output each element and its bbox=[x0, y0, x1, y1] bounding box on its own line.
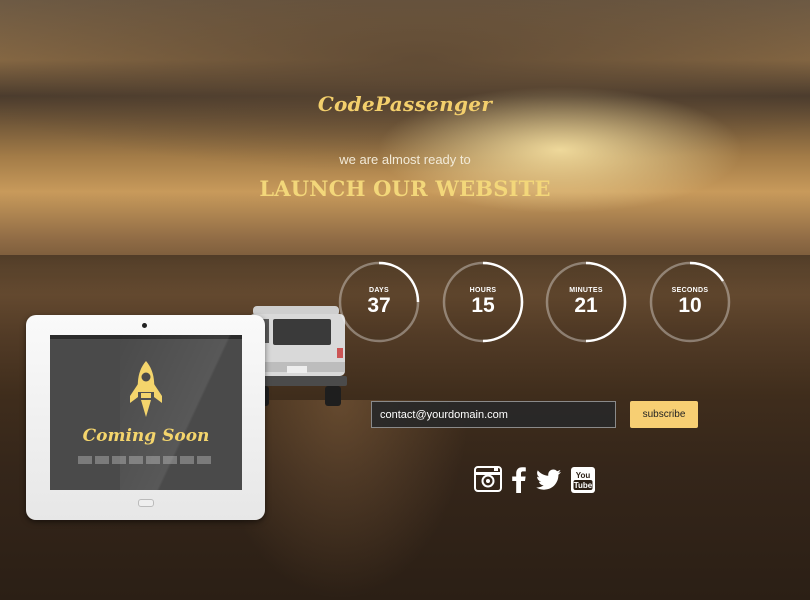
countdown-hours: HOURS 15 bbox=[442, 261, 524, 343]
svg-text:Tube: Tube bbox=[574, 481, 593, 490]
subscribe-button[interactable]: subscribe bbox=[630, 401, 698, 428]
tablet-screen: Coming Soon bbox=[50, 335, 242, 490]
email-field[interactable] bbox=[371, 401, 616, 428]
tablet-mockup: Coming Soon bbox=[26, 315, 265, 520]
tablet-home-button bbox=[138, 499, 154, 507]
facebook-icon[interactable] bbox=[511, 466, 527, 494]
brand-logo[interactable]: CodePassenger bbox=[0, 92, 810, 116]
countdown-label: DAYS bbox=[368, 287, 389, 294]
rocket-icon bbox=[130, 361, 162, 417]
camera-icon[interactable] bbox=[474, 466, 502, 492]
countdown-value: 37 bbox=[367, 294, 391, 317]
tablet-fine-print bbox=[78, 456, 214, 464]
tagline: we are almost ready to bbox=[339, 152, 471, 167]
twitter-icon[interactable] bbox=[536, 469, 562, 491]
countdown-label: MINUTES bbox=[569, 287, 603, 294]
countdown-minutes: MINUTES 21 bbox=[545, 261, 627, 343]
page-headline: LAUNCH OUR WEBSITE bbox=[259, 176, 551, 201]
tablet-coming-soon: Coming Soon bbox=[82, 426, 210, 446]
countdown-label: HOURS bbox=[469, 287, 497, 294]
countdown-value: 15 bbox=[471, 294, 495, 317]
countdown-value: 10 bbox=[678, 294, 702, 317]
svg-text:You: You bbox=[576, 471, 591, 480]
youtube-icon[interactable]: You Tube bbox=[570, 466, 596, 494]
tablet-camera bbox=[142, 323, 147, 328]
countdown-seconds: SECONDS 10 bbox=[649, 261, 731, 343]
countdown-value: 21 bbox=[574, 294, 598, 317]
countdown-days: DAYS 37 bbox=[338, 261, 420, 343]
countdown-label: SECONDS bbox=[671, 287, 709, 294]
